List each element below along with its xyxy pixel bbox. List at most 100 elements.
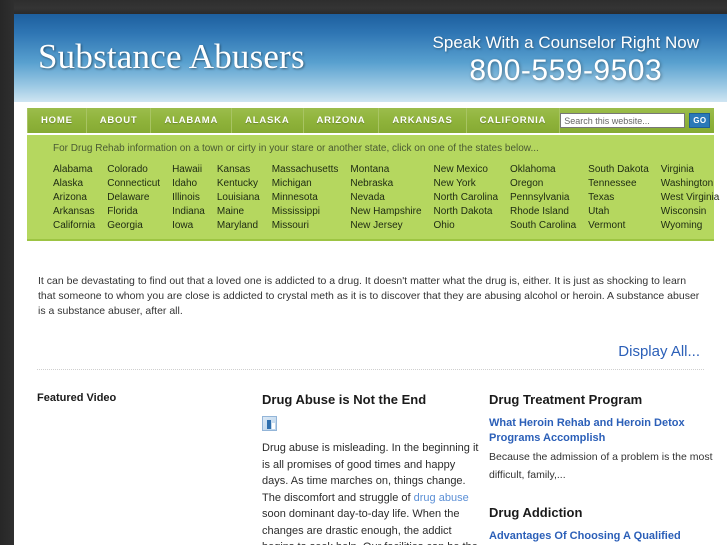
state-link-alabama[interactable]: Alabama xyxy=(53,163,95,177)
column-featured-video: Featured Video xyxy=(14,392,252,545)
nav-item-arkansas[interactable]: ARKANSAS xyxy=(379,108,467,133)
search-form: GO xyxy=(560,108,715,133)
article-body-part2: soon dominant day-to-day life. When the … xyxy=(262,508,478,545)
drug-abuse-inline-link[interactable]: drug abuse xyxy=(414,492,469,504)
state-link-iowa[interactable]: Iowa xyxy=(172,219,205,233)
intro-section: It can be devastating to find out that a… xyxy=(14,241,727,319)
nav-item-alabama[interactable]: ALABAMA xyxy=(151,108,233,133)
state-link-indiana[interactable]: Indiana xyxy=(172,205,205,219)
states-directory-panel: For Drug Rehab information on a town or … xyxy=(27,135,719,241)
site-title[interactable]: Substance Abusers xyxy=(38,37,305,77)
state-link-maryland[interactable]: Maryland xyxy=(217,219,260,233)
nav-item-about[interactable]: ABOUT xyxy=(87,108,152,133)
sidebar-heading-drug-treatment-program: Drug Treatment Program xyxy=(489,392,643,407)
intro-paragraph: It can be devastating to find out that a… xyxy=(38,274,700,317)
sidebar-heading-drug-addiction: Drug Addiction xyxy=(489,505,583,520)
states-column: South Dakota Tennessee Texas Utah Vermon… xyxy=(588,163,661,233)
state-link-new-mexico[interactable]: New Mexico xyxy=(434,163,498,177)
state-link-nebraska[interactable]: Nebraska xyxy=(350,177,421,191)
state-link-new-jersey[interactable]: New Jersey xyxy=(350,219,421,233)
state-link-arkansas[interactable]: Arkansas xyxy=(53,205,95,219)
states-column: Hawaii Idaho Illinois Indiana Iowa xyxy=(172,163,217,233)
content-columns: Featured Video Drug Abuse is Not the End… xyxy=(14,370,727,545)
nav-item-home[interactable]: HOME xyxy=(27,108,87,133)
state-link-new-hampshire[interactable]: New Hampshire xyxy=(350,205,421,219)
state-link-louisiana[interactable]: Louisiana xyxy=(217,191,260,205)
state-link-nevada[interactable]: Nevada xyxy=(350,191,421,205)
state-link-north-dakota[interactable]: North Dakota xyxy=(434,205,498,219)
states-intro-text: For Drug Rehab information on a town or … xyxy=(53,143,539,154)
state-link-delaware[interactable]: Delaware xyxy=(107,191,160,205)
page-canvas: Substance Abusers Speak With a Counselor… xyxy=(14,14,727,545)
state-link-florida[interactable]: Florida xyxy=(107,205,160,219)
state-link-washington[interactable]: Washington xyxy=(661,177,720,191)
state-link-alaska[interactable]: Alaska xyxy=(53,177,95,191)
window-chrome-top xyxy=(0,0,727,14)
state-link-wisconsin[interactable]: Wisconsin xyxy=(661,205,720,219)
state-link-colorado[interactable]: Colorado xyxy=(107,163,160,177)
states-column: Alabama Alaska Arizona Arkansas Californ… xyxy=(53,163,107,233)
state-link-utah[interactable]: Utah xyxy=(588,205,649,219)
state-link-minnesota[interactable]: Minnesota xyxy=(272,191,339,205)
nav-item-arizona[interactable]: ARIZONA xyxy=(304,108,380,133)
state-link-hawaii[interactable]: Hawaii xyxy=(172,163,205,177)
state-link-tennessee[interactable]: Tennessee xyxy=(588,177,649,191)
state-link-oklahoma[interactable]: Oklahoma xyxy=(510,163,576,177)
state-link-south-carolina[interactable]: South Carolina xyxy=(510,219,576,233)
state-link-pennsylvania[interactable]: Pennsylvania xyxy=(510,191,576,205)
featured-video-heading: Featured Video xyxy=(37,392,117,404)
state-link-massachusetts[interactable]: Massachusetts xyxy=(272,163,339,177)
state-link-north-carolina[interactable]: North Carolina xyxy=(434,191,498,205)
state-link-oregon[interactable]: Oregon xyxy=(510,177,576,191)
states-column: Kansas Kentucky Louisiana Maine Maryland xyxy=(217,163,272,233)
state-link-idaho[interactable]: Idaho xyxy=(172,177,205,191)
display-all-link[interactable]: Display All... xyxy=(618,343,700,360)
state-link-california[interactable]: California xyxy=(53,219,95,233)
state-link-wyoming[interactable]: Wyoming xyxy=(661,219,720,233)
state-link-kansas[interactable]: Kansas xyxy=(217,163,260,177)
state-link-georgia[interactable]: Georgia xyxy=(107,219,160,233)
states-column: Montana Nebraska Nevada New Hampshire Ne… xyxy=(350,163,433,233)
state-link-arizona[interactable]: Arizona xyxy=(53,191,95,205)
state-link-texas[interactable]: Texas xyxy=(588,191,649,205)
state-link-new-york[interactable]: New York xyxy=(434,177,498,191)
state-link-montana[interactable]: Montana xyxy=(350,163,421,177)
display-all-row: Display All... xyxy=(14,329,727,361)
nav-item-california[interactable]: CALIFORNIA xyxy=(467,108,561,133)
state-link-south-dakota[interactable]: South Dakota xyxy=(588,163,649,177)
cta-phone-number[interactable]: 800-559-9503 xyxy=(433,54,699,88)
window-chrome-left xyxy=(0,0,14,545)
state-link-connecticut[interactable]: Connecticut xyxy=(107,177,160,191)
cta-tagline: Speak With a Counselor Right Now xyxy=(432,33,699,52)
state-link-michigan[interactable]: Michigan xyxy=(272,177,339,191)
states-column: New Mexico New York North Carolina North… xyxy=(434,163,510,233)
states-column: Colorado Connecticut Delaware Florida Ge… xyxy=(107,163,172,233)
state-link-missouri[interactable]: Missouri xyxy=(272,219,339,233)
nav-item-alaska[interactable]: ALASKA xyxy=(232,108,304,133)
broken-image-icon xyxy=(262,416,277,431)
state-link-virginia[interactable]: Virginia xyxy=(661,163,720,177)
state-link-kentucky[interactable]: Kentucky xyxy=(217,177,260,191)
state-link-rhode-island[interactable]: Rhode Island xyxy=(510,205,576,219)
search-go-button[interactable]: GO xyxy=(689,113,711,128)
page-root: Substance Abusers Speak With a Counselor… xyxy=(0,0,727,545)
site-header-banner: Substance Abusers Speak With a Counselor… xyxy=(14,14,727,103)
state-link-illinois[interactable]: Illinois xyxy=(172,191,205,205)
article-body: Drug abuse is misleading. In the beginni… xyxy=(262,440,480,545)
sidebar-excerpt-heroin-rehab: Because the admission of a problem is th… xyxy=(489,451,713,481)
article-title[interactable]: Drug Abuse is Not the End xyxy=(262,392,480,407)
state-link-vermont[interactable]: Vermont xyxy=(588,219,649,233)
header-cta: Speak With a Counselor Right Now 800-559… xyxy=(433,32,699,88)
state-link-ohio[interactable]: Ohio xyxy=(434,219,498,233)
state-link-maine[interactable]: Maine xyxy=(217,205,260,219)
states-grid: Alabama Alaska Arizona Arkansas Californ… xyxy=(27,163,719,233)
state-link-mississippi[interactable]: Mississippi xyxy=(272,205,339,219)
states-column: Virginia Washington West Virginia Wiscon… xyxy=(661,163,727,233)
states-column: Massachusetts Michigan Minnesota Mississ… xyxy=(272,163,351,233)
sidebar-link-qualified-treatment[interactable]: Advantages Of Choosing A Qualified Treat… xyxy=(489,529,715,545)
state-link-west-virginia[interactable]: West Virginia xyxy=(661,191,720,205)
sidebar-link-heroin-rehab[interactable]: What Heroin Rehab and Heroin Detox Progr… xyxy=(489,416,715,446)
column-sidebar: Drug Treatment Program What Heroin Rehab… xyxy=(480,392,715,545)
search-input[interactable] xyxy=(560,113,686,128)
